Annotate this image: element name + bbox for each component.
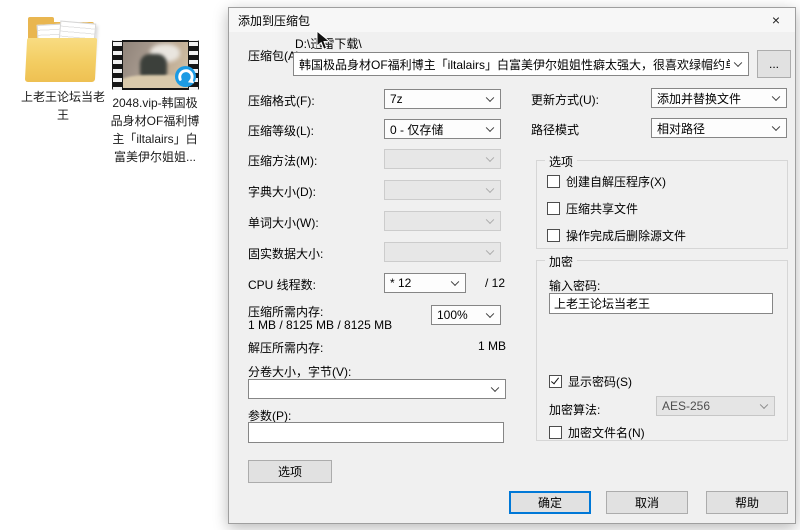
solid-block-label: 固实数据大小: [248,245,323,262]
cpu-threads-total: / 12 [485,276,505,290]
cancel-button[interactable]: 取消 [606,491,688,514]
show-password-checkbox[interactable]: 显示密码(S) [549,373,632,390]
video-label-line: 主「iltalairs」白 [102,130,208,148]
volume-size-combobox[interactable] [248,379,506,399]
encrypt-filenames-label: 加密文件名(N) [568,424,645,441]
folder-front-shape [25,38,97,82]
checkbox-checked-icon [549,375,562,388]
update-mode-value: 添加并替换文件 [657,90,741,107]
video-file-label[interactable]: 2048.vip-韩国极 品身材OF福利博 主「iltalairs」白 富美伊尔… [102,94,208,166]
level-select[interactable]: 0 - 仅存储 [384,119,501,139]
chevron-down-icon [486,310,494,318]
memory-usage-value: 1 MB / 8125 MB / 8125 MB [248,318,392,332]
video-file-icon[interactable] [112,40,199,90]
checkbox-icon [547,175,560,188]
chevron-down-icon [772,123,780,131]
help-button-label: 帮助 [735,494,759,511]
checkbox-icon [549,426,562,439]
video-label-line: 富美伊尔姐姐... [102,148,208,166]
dialog-title: 添加到压缩包 [229,12,310,29]
chevron-down-icon [760,401,768,409]
create-sfx-checkbox[interactable]: 创建自解压程序(X) [547,173,666,190]
chevron-down-icon [451,278,459,286]
checkbox-icon [547,202,560,215]
add-to-archive-dialog: 添加到压缩包 × 压缩包(A) D:\迅雷下载\ 韩国极品身材OF福利博主「il… [228,7,796,524]
cpu-threads-value: * 12 [390,276,411,290]
update-mode-label: 更新方式(U): [531,91,599,108]
options-group-title: 选项 [545,153,577,170]
archive-name-combobox[interactable]: 韩国极品身材OF福利博主「iltalairs」白富美伊尔姐姐性癖太强大，很喜欢绿… [293,52,749,76]
level-label: 压缩等级(L): [248,122,314,139]
desktop: 上老王论坛当老 王 2048.vip-韩国极 品身材OF福利博 主「iltala… [0,0,800,530]
solid-block-select [384,242,501,262]
archive-name-text: 韩国极品身材OF福利博主「iltalairs」白富美伊尔姐姐性癖太强大，很喜欢绿… [299,56,730,73]
path-mode-select[interactable]: 相对路径 [651,118,787,138]
chevron-down-icon [772,93,780,101]
compress-shared-label: 压缩共享文件 [566,200,638,217]
filmstrip-holes-icon [113,40,122,90]
cipher-select: AES-256 [656,396,775,416]
cpu-threads-select[interactable]: * 12 [384,273,466,293]
dictionary-label: 字典大小(D): [248,183,316,200]
password-label: 输入密码: [549,277,600,294]
level-value: 0 - 仅存储 [390,121,443,138]
browse-button[interactable]: ... [757,50,791,78]
word-size-label: 单词大小(W): [248,214,319,231]
path-mode-value: 相对路径 [657,120,705,137]
compress-shared-checkbox[interactable]: 压缩共享文件 [547,200,638,217]
chevron-down-icon [486,216,494,224]
thunder-player-icon [174,65,197,88]
options-button-label: 选项 [278,463,302,480]
chevron-down-icon [486,94,494,102]
delete-after-label: 操作完成后删除源文件 [566,227,686,244]
encrypt-filenames-checkbox[interactable]: 加密文件名(N) [549,424,645,441]
format-value: 7z [390,92,403,106]
method-select [384,149,501,169]
cancel-button-label: 取消 [635,494,659,511]
memory-percent-value: 100% [437,308,468,322]
volume-size-label: 分卷大小，字节(V): [248,363,351,380]
mouse-cursor-icon [316,30,331,51]
format-label: 压缩格式(F): [248,92,315,109]
folder-icon[interactable] [24,16,102,86]
show-password-label: 显示密码(S) [568,373,632,390]
video-label-line: 2048.vip-韩国极 [102,94,208,112]
delete-after-checkbox[interactable]: 操作完成后删除源文件 [547,227,686,244]
close-icon: × [772,12,780,28]
dialog-titlebar[interactable]: 添加到压缩包 × [229,8,795,32]
cipher-label: 加密算法: [549,401,600,418]
dictionary-select [384,180,501,200]
parameters-input[interactable] [248,422,504,443]
update-mode-select[interactable]: 添加并替换文件 [651,88,787,108]
memory-percent-select[interactable]: 100% [431,305,501,325]
create-sfx-label: 创建自解压程序(X) [566,173,666,190]
close-button[interactable]: × [757,8,795,31]
check-icon [551,376,559,385]
chevron-down-icon [486,185,494,193]
ok-button-label: 确定 [538,494,562,511]
help-button[interactable]: 帮助 [706,491,788,514]
word-size-select [384,211,501,231]
chevron-down-icon [486,124,494,132]
ok-button[interactable]: 确定 [509,491,591,514]
decompress-memory-label: 解压所需内存: [248,339,323,356]
encryption-group: 加密 输入密码: 显示密码(S) 加密算法: AES-256 加密文件名(N) [536,260,788,441]
browse-button-label: ... [769,57,779,71]
cpu-threads-label: CPU 线程数: [248,276,316,293]
password-input[interactable] [549,293,773,314]
checkbox-icon [547,229,560,242]
chevron-down-icon [486,154,494,162]
encryption-group-title: 加密 [545,253,577,270]
chevron-down-icon [491,384,499,392]
options-group: 选项 创建自解压程序(X) 压缩共享文件 操作完成后删除源文件 [536,160,788,249]
video-label-line: 品身材OF福利博 [102,112,208,130]
chevron-down-icon [734,59,742,67]
format-select[interactable]: 7z [384,89,501,109]
chevron-down-icon [486,247,494,255]
options-button[interactable]: 选项 [248,460,332,483]
cipher-value: AES-256 [662,399,710,413]
decompress-memory-value: 1 MB [429,339,506,353]
method-label: 压缩方法(M): [248,152,317,169]
path-mode-label: 路径模式 [531,121,579,138]
